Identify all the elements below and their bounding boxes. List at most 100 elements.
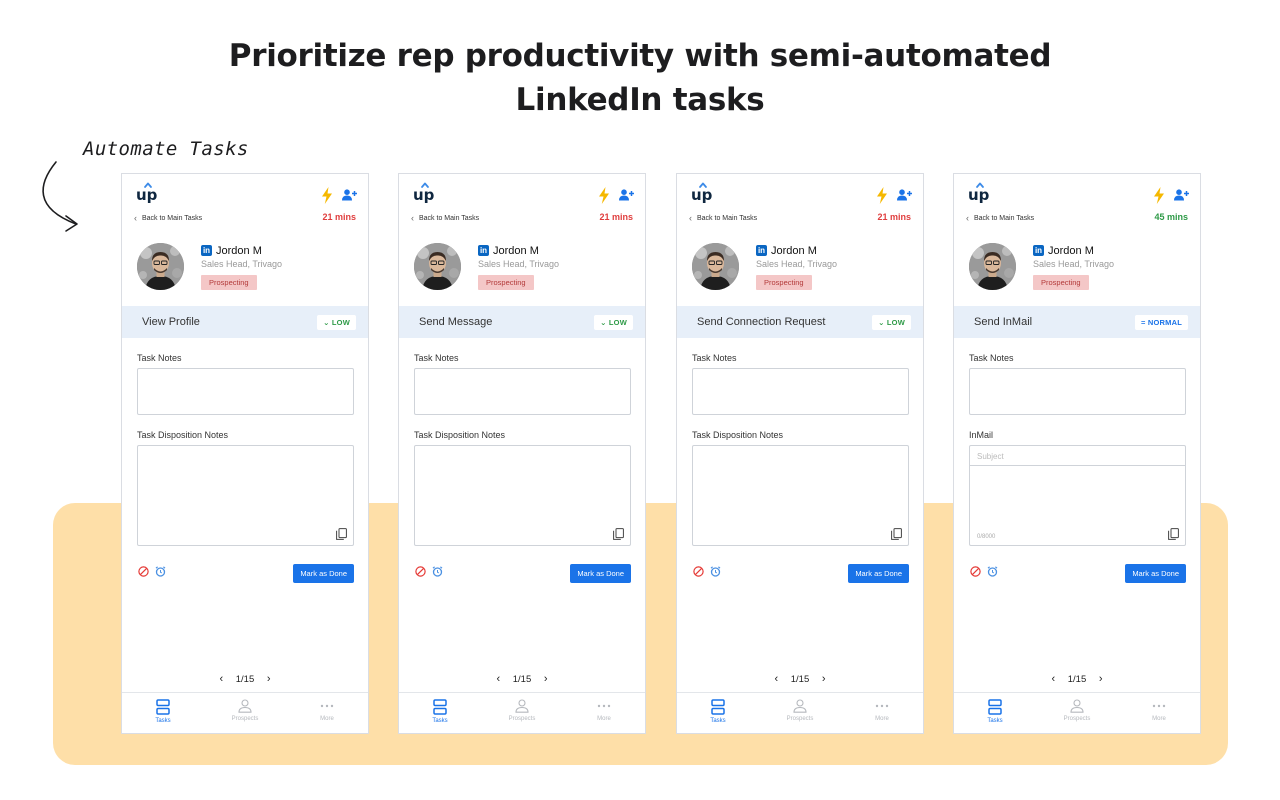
priority-badge[interactable]: ⌄ LOW bbox=[317, 314, 356, 330]
linkedin-icon[interactable]: in bbox=[756, 245, 767, 256]
task-notes-input[interactable] bbox=[137, 368, 354, 415]
add-user-icon[interactable] bbox=[342, 189, 357, 201]
next-task-icon[interactable]: › bbox=[544, 673, 548, 685]
priority-icon: ⌄ bbox=[600, 317, 607, 327]
next-task-icon[interactable]: › bbox=[1099, 673, 1103, 685]
disposition-notes-input[interactable] bbox=[414, 445, 631, 546]
tab-tasks[interactable]: Tasks bbox=[965, 693, 1025, 733]
previous-task-icon[interactable]: ‹ bbox=[774, 673, 778, 685]
linkedin-icon[interactable]: in bbox=[478, 245, 489, 256]
mark-as-done-button[interactable]: Mark as Done bbox=[1125, 564, 1186, 583]
task-type-bar: Send Message ⌄ LOW bbox=[399, 306, 645, 338]
back-label: Back to Main Tasks bbox=[142, 214, 203, 222]
task-type-label: Send Message bbox=[419, 316, 493, 328]
tab-more[interactable]: More bbox=[852, 693, 912, 733]
lightning-bolt-icon[interactable] bbox=[321, 187, 333, 204]
task-notes-input[interactable] bbox=[414, 368, 631, 415]
tab-prospects-label: Prospects bbox=[231, 716, 259, 722]
skip-icon[interactable] bbox=[693, 566, 704, 577]
headline-line-2: LinkedIn tasks bbox=[515, 82, 765, 118]
task-pager: ‹ 1/15 › bbox=[677, 673, 923, 685]
alarm-clock-icon[interactable] bbox=[155, 566, 166, 577]
tab-tasks-label: Tasks bbox=[155, 718, 171, 724]
mark-as-done-button[interactable]: Mark as Done bbox=[293, 564, 354, 583]
disposition-notes-input[interactable] bbox=[137, 445, 354, 546]
add-user-icon[interactable] bbox=[619, 189, 634, 201]
task-timer: 21 mins bbox=[322, 212, 356, 222]
task-screen-4: up ‹ Back to Main Tasks 45 mins in Jordo… bbox=[953, 173, 1201, 734]
task-timer: 21 mins bbox=[599, 212, 633, 222]
mark-as-done-button[interactable]: Mark as Done bbox=[570, 564, 631, 583]
lightning-bolt-icon[interactable] bbox=[1153, 187, 1165, 204]
tab-more[interactable]: More bbox=[297, 693, 357, 733]
copy-icon[interactable] bbox=[891, 528, 902, 540]
stage-badge: Prospecting bbox=[1033, 275, 1089, 290]
tab-more[interactable]: More bbox=[1129, 693, 1189, 733]
tab-more[interactable]: More bbox=[574, 693, 634, 733]
task-timer: 45 mins bbox=[1154, 212, 1188, 222]
previous-task-icon[interactable]: ‹ bbox=[496, 673, 500, 685]
inmail-subject-input[interactable]: Subject bbox=[970, 446, 1185, 466]
priority-badge[interactable]: ⌄ LOW bbox=[872, 314, 911, 330]
alarm-clock-icon[interactable] bbox=[987, 566, 998, 577]
annotation-label: Automate Tasks bbox=[83, 138, 249, 160]
back-to-main-tasks-link[interactable]: ‹ Back to Main Tasks bbox=[966, 213, 1034, 223]
mark-as-done-button[interactable]: Mark as Done bbox=[848, 564, 909, 583]
tab-more-label: More bbox=[320, 716, 334, 722]
linkedin-icon[interactable]: in bbox=[201, 245, 212, 256]
lightning-bolt-icon[interactable] bbox=[876, 187, 888, 204]
next-task-icon[interactable]: › bbox=[822, 673, 826, 685]
prospect-title: Sales Head, Trivago bbox=[201, 259, 283, 269]
bottom-tab-bar: Tasks Prospects More bbox=[399, 692, 645, 733]
task-notes-label: Task Notes bbox=[969, 353, 1014, 363]
task-type-label: Send Connection Request bbox=[697, 316, 826, 328]
back-to-main-tasks-link[interactable]: ‹ Back to Main Tasks bbox=[689, 213, 757, 223]
skip-icon[interactable] bbox=[415, 566, 426, 577]
tab-tasks[interactable]: Tasks bbox=[410, 693, 470, 733]
tab-tasks[interactable]: Tasks bbox=[688, 693, 748, 733]
tab-prospects-label: Prospects bbox=[508, 716, 536, 722]
back-to-main-tasks-link[interactable]: ‹ Back to Main Tasks bbox=[411, 213, 479, 223]
task-notes-input[interactable] bbox=[692, 368, 909, 415]
inmail-message-input[interactable]: Subject 0/8000 bbox=[969, 445, 1186, 546]
skip-icon[interactable] bbox=[970, 566, 981, 577]
tab-prospects[interactable]: Prospects bbox=[492, 693, 552, 733]
alarm-clock-icon[interactable] bbox=[432, 566, 443, 577]
tab-more-label: More bbox=[1152, 716, 1166, 722]
task-notes-input[interactable] bbox=[969, 368, 1186, 415]
prospect-title: Sales Head, Trivago bbox=[756, 259, 838, 269]
tab-tasks[interactable]: Tasks bbox=[133, 693, 193, 733]
copy-icon[interactable] bbox=[1168, 528, 1179, 540]
disposition-notes-input[interactable] bbox=[692, 445, 909, 546]
add-user-icon[interactable] bbox=[897, 189, 912, 201]
up-logo: up bbox=[968, 182, 990, 204]
copy-icon[interactable] bbox=[336, 528, 347, 540]
back-to-main-tasks-link[interactable]: ‹ Back to Main Tasks bbox=[134, 213, 202, 223]
action-row: Mark as Done bbox=[677, 546, 923, 584]
prospect-name: Jordon M bbox=[493, 245, 539, 257]
priority-badge[interactable]: ⌄ LOW bbox=[594, 314, 633, 330]
next-task-icon[interactable]: › bbox=[267, 673, 271, 685]
priority-label: LOW bbox=[886, 317, 905, 327]
skip-icon[interactable] bbox=[138, 566, 149, 577]
tab-prospects[interactable]: Prospects bbox=[215, 693, 275, 733]
copy-icon[interactable] bbox=[613, 528, 624, 540]
previous-task-icon[interactable]: ‹ bbox=[219, 673, 223, 685]
priority-badge[interactable]: = NORMAL bbox=[1134, 314, 1188, 330]
logo-text: up bbox=[413, 186, 435, 204]
tab-prospects[interactable]: Prospects bbox=[1047, 693, 1107, 733]
add-user-icon[interactable] bbox=[1174, 189, 1189, 201]
action-row: Mark as Done bbox=[399, 546, 645, 584]
second-field-label: Task Disposition Notes bbox=[137, 430, 229, 440]
tab-prospects[interactable]: Prospects bbox=[770, 693, 830, 733]
page-headline: Prioritize rep productivity with semi-au… bbox=[0, 34, 1280, 122]
previous-task-icon[interactable]: ‹ bbox=[1051, 673, 1055, 685]
linkedin-icon[interactable]: in bbox=[1033, 245, 1044, 256]
screen-header: up ‹ Back to Main Tasks 45 mins in Jordo… bbox=[954, 174, 1200, 306]
lightning-bolt-icon[interactable] bbox=[598, 187, 610, 204]
tasks-icon bbox=[156, 699, 170, 715]
chevron-left-icon: ‹ bbox=[411, 213, 414, 223]
stage-badge: Prospecting bbox=[478, 275, 534, 290]
alarm-clock-icon[interactable] bbox=[710, 566, 721, 577]
ellipsis-icon bbox=[875, 704, 889, 708]
